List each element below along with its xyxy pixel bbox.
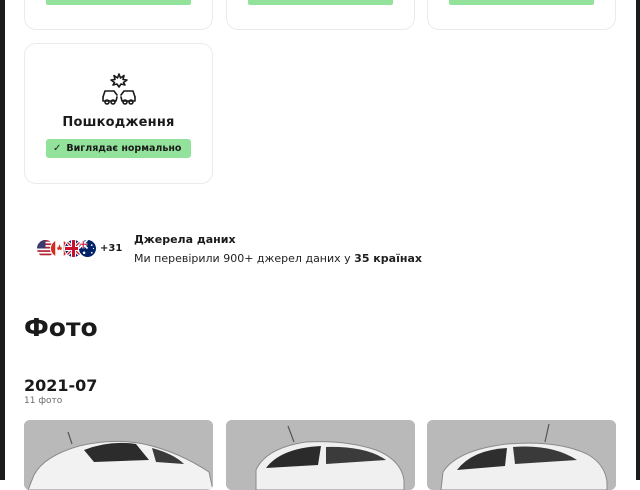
photos-heading: Фото xyxy=(24,313,98,342)
photo-group-count: 11 фото xyxy=(24,396,63,406)
check-icon: ✓ xyxy=(53,143,62,154)
check-card xyxy=(427,0,616,30)
data-sources-description-text: Ми перевірили 900+ джерел даних у xyxy=(134,252,355,265)
status-badge xyxy=(449,0,594,5)
au-flag-icon xyxy=(78,239,97,258)
window-frame-right xyxy=(636,0,640,480)
car-collision-icon xyxy=(102,73,136,105)
country-flags xyxy=(36,239,97,258)
data-sources-description: Ми перевірили 900+ джерел даних у 35 кра… xyxy=(134,252,422,265)
data-sources-countries: 35 країнах xyxy=(354,252,422,265)
photo-group-date: 2021-07 xyxy=(24,376,98,395)
damage-status-label: Виглядає нормально xyxy=(66,143,182,154)
status-badge xyxy=(46,0,191,5)
status-badge xyxy=(248,0,393,5)
flags-more-count: +31 xyxy=(100,243,123,254)
damage-status-badge: ✓ Виглядає нормально xyxy=(46,139,191,158)
check-card xyxy=(24,0,213,30)
damage-card-title: Пошкодження xyxy=(62,115,175,130)
check-card xyxy=(226,0,415,30)
damage-card xyxy=(24,43,213,184)
data-sources-title: Джерела даних xyxy=(134,233,236,246)
window-frame-left xyxy=(0,0,5,480)
